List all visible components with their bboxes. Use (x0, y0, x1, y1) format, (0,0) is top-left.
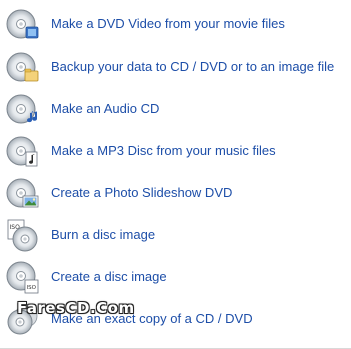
task-label[interactable]: Make an exact copy of a CD / DVD (51, 311, 253, 326)
svg-text:ISO: ISO (27, 285, 37, 291)
burn-image-icon: ISO (6, 218, 40, 252)
task-copy-disc[interactable]: Make an exact copy of a CD / DVD (6, 301, 348, 337)
task-audio-cd[interactable]: Make an Audio CD (6, 91, 348, 127)
task-backup-data[interactable]: Backup your data to CD / DVD or to an im… (6, 49, 348, 85)
mp3-disc-icon (6, 134, 40, 168)
task-dvd-video[interactable]: Make a DVD Video from your movie files (6, 6, 348, 42)
task-label[interactable]: Make a MP3 Disc from your music files (51, 143, 276, 158)
task-create-image[interactable]: ISO Create a disc image (6, 259, 348, 295)
task-photo-slideshow[interactable]: Create a Photo Slideshow DVD (6, 175, 348, 211)
task-label[interactable]: Make a DVD Video from your movie files (51, 16, 285, 31)
task-label[interactable]: Make an Audio CD (51, 101, 159, 116)
copy-disc-icon (6, 302, 40, 336)
data-disc-icon (6, 50, 40, 84)
create-image-icon: ISO (6, 260, 40, 294)
audio-cd-icon (6, 92, 40, 126)
task-label[interactable]: Backup your data to CD / DVD or to an im… (51, 59, 334, 74)
photo-slideshow-icon (6, 176, 40, 210)
task-burn-image[interactable]: ISO Burn a disc image (6, 217, 348, 253)
task-label[interactable]: Create a disc image (51, 269, 167, 284)
task-label[interactable]: Create a Photo Slideshow DVD (51, 185, 232, 200)
dvd-video-icon (6, 7, 40, 41)
task-label[interactable]: Burn a disc image (51, 227, 155, 242)
task-mp3-disc[interactable]: Make a MP3 Disc from your music files (6, 133, 348, 169)
